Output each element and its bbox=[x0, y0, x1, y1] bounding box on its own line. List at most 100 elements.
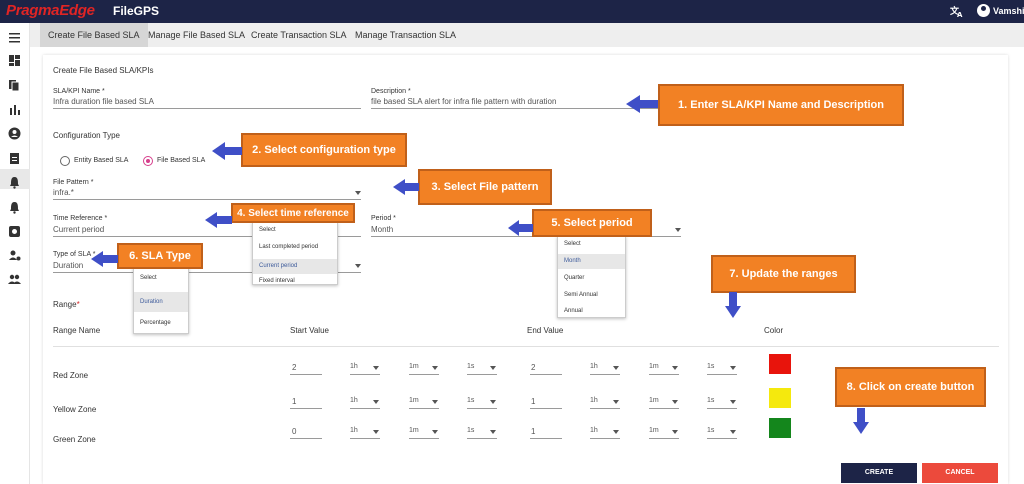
chevron-down-icon[interactable] bbox=[373, 400, 379, 404]
ss-underline bbox=[467, 374, 497, 375]
dropdown-option[interactable]: Select bbox=[558, 241, 625, 247]
user-avatar-icon[interactable] bbox=[977, 4, 990, 17]
sm-select[interactable]: 1m bbox=[409, 427, 419, 434]
eh-underline bbox=[590, 408, 620, 409]
start-value-input[interactable]: 0 bbox=[292, 427, 296, 436]
dropdown-option[interactable]: Fixed interval bbox=[253, 278, 337, 284]
menu-icon[interactable] bbox=[8, 31, 21, 44]
start-value-underline bbox=[290, 438, 322, 439]
start-value-input[interactable]: 1 bbox=[292, 397, 296, 406]
col-start-value: Start Value bbox=[290, 326, 329, 335]
chevron-down-icon[interactable] bbox=[613, 430, 619, 434]
files-icon[interactable] bbox=[8, 79, 21, 92]
username[interactable]: Vamshi bbox=[993, 6, 1024, 16]
dropdown-option-selected[interactable]: Current period bbox=[253, 259, 337, 274]
ss-select[interactable]: 1s bbox=[467, 397, 474, 404]
chevron-down-icon[interactable] bbox=[432, 400, 438, 404]
eh-select[interactable]: 1h bbox=[590, 427, 598, 434]
description-input[interactable]: file based SLA alert for infra file patt… bbox=[371, 97, 556, 106]
col-color: Color bbox=[764, 326, 784, 335]
chevron-down-icon[interactable] bbox=[675, 228, 681, 232]
time-reference-dropdown: Select Last completed period Current per… bbox=[252, 222, 338, 285]
period-select[interactable]: Month bbox=[371, 225, 393, 234]
time-reference-select[interactable]: Current period bbox=[53, 225, 104, 234]
tab-create-transaction-sla[interactable]: Create Transaction SLA bbox=[243, 23, 355, 47]
chevron-down-icon[interactable] bbox=[613, 366, 619, 370]
chevron-down-icon[interactable] bbox=[490, 366, 496, 370]
settings-icon[interactable] bbox=[8, 225, 21, 238]
em-select[interactable]: 1m bbox=[649, 363, 659, 370]
chevron-down-icon[interactable] bbox=[432, 366, 438, 370]
chart-icon[interactable] bbox=[8, 103, 21, 116]
es-select[interactable]: 1s bbox=[707, 397, 714, 404]
sla-type-select[interactable]: Duration bbox=[53, 261, 83, 270]
ss-select[interactable]: 1s bbox=[467, 427, 474, 434]
es-select[interactable]: 1s bbox=[707, 427, 714, 434]
chevron-down-icon[interactable] bbox=[672, 400, 678, 404]
cancel-button[interactable]: CANCEL bbox=[922, 463, 998, 483]
sm-select[interactable]: 1m bbox=[409, 397, 419, 404]
chevron-down-icon[interactable] bbox=[730, 400, 736, 404]
sidebar bbox=[0, 23, 30, 484]
callout-step-7: 7. Update the ranges bbox=[711, 255, 856, 293]
end-value-input[interactable]: 2 bbox=[531, 363, 535, 372]
chevron-down-icon[interactable] bbox=[730, 430, 736, 434]
sh-select[interactable]: 1h bbox=[350, 397, 358, 404]
green-zone-color-swatch[interactable] bbox=[769, 418, 791, 438]
dropdown-option[interactable]: Select bbox=[134, 275, 188, 281]
alert-icon[interactable] bbox=[8, 176, 21, 189]
dropdown-option[interactable]: Last completed period bbox=[253, 244, 337, 250]
em-select[interactable]: 1m bbox=[649, 427, 659, 434]
dropdown-option[interactable]: Percentage bbox=[134, 320, 188, 326]
radio-entity-based-sla[interactable] bbox=[60, 156, 70, 166]
document-icon[interactable] bbox=[8, 152, 21, 165]
translate-icon[interactable]: 文A bbox=[949, 4, 964, 19]
eh-select[interactable]: 1h bbox=[590, 397, 598, 404]
red-zone-color-swatch[interactable] bbox=[769, 354, 791, 374]
sm-select[interactable]: 1m bbox=[409, 363, 419, 370]
tab-create-file-based-sla[interactable]: Create File Based SLA bbox=[40, 23, 148, 47]
time-reference-label: Time Reference * bbox=[53, 215, 108, 222]
sh-select[interactable]: 1h bbox=[350, 363, 358, 370]
bell-icon[interactable] bbox=[8, 201, 21, 214]
em-select[interactable]: 1m bbox=[649, 397, 659, 404]
chevron-down-icon[interactable] bbox=[613, 400, 619, 404]
account-icon[interactable] bbox=[8, 127, 21, 140]
chevron-down-icon[interactable] bbox=[373, 430, 379, 434]
chevron-down-icon[interactable] bbox=[355, 191, 361, 195]
ss-select[interactable]: 1s bbox=[467, 363, 474, 370]
eh-select[interactable]: 1h bbox=[590, 363, 598, 370]
end-value-input[interactable]: 1 bbox=[531, 397, 535, 406]
dropdown-option-selected[interactable]: Month bbox=[558, 254, 625, 269]
sh-select[interactable]: 1h bbox=[350, 427, 358, 434]
file-pattern-select[interactable]: infra.* bbox=[53, 188, 74, 197]
radio-file-based-sla[interactable] bbox=[143, 156, 153, 166]
tab-manage-transaction-sla[interactable]: Manage Transaction SLA bbox=[347, 23, 464, 47]
create-button[interactable]: CREATE bbox=[841, 463, 917, 483]
sla-name-input[interactable]: Infra duration file based SLA bbox=[53, 97, 154, 106]
dropdown-option[interactable]: Annual bbox=[558, 308, 625, 314]
start-value-input[interactable]: 2 bbox=[292, 363, 296, 372]
chevron-down-icon[interactable] bbox=[672, 366, 678, 370]
chevron-down-icon[interactable] bbox=[432, 430, 438, 434]
dropdown-option[interactable]: Semi Annual bbox=[558, 292, 625, 298]
chevron-down-icon[interactable] bbox=[373, 366, 379, 370]
chevron-down-icon[interactable] bbox=[490, 430, 496, 434]
chevron-down-icon[interactable] bbox=[490, 400, 496, 404]
tab-manage-file-based-sla[interactable]: Manage File Based SLA bbox=[140, 23, 253, 47]
chevron-down-icon[interactable] bbox=[672, 430, 678, 434]
description-label: Description * bbox=[371, 88, 411, 95]
yellow-zone-color-swatch[interactable] bbox=[769, 388, 791, 408]
dropdown-option[interactable]: Select bbox=[253, 227, 337, 233]
user-settings-icon[interactable] bbox=[8, 249, 21, 262]
es-select[interactable]: 1s bbox=[707, 363, 714, 370]
group-icon[interactable] bbox=[8, 273, 21, 286]
dropdown-option[interactable]: Quarter bbox=[558, 275, 625, 281]
dashboard-icon[interactable] bbox=[8, 54, 21, 67]
sla-type-dropdown: Select Duration Percentage bbox=[133, 267, 189, 334]
chevron-down-icon[interactable] bbox=[730, 366, 736, 370]
end-value-input[interactable]: 1 bbox=[531, 427, 535, 436]
arrow-left-icon bbox=[393, 179, 419, 195]
chevron-down-icon[interactable] bbox=[355, 264, 361, 268]
dropdown-option-selected[interactable]: Duration bbox=[134, 292, 188, 312]
